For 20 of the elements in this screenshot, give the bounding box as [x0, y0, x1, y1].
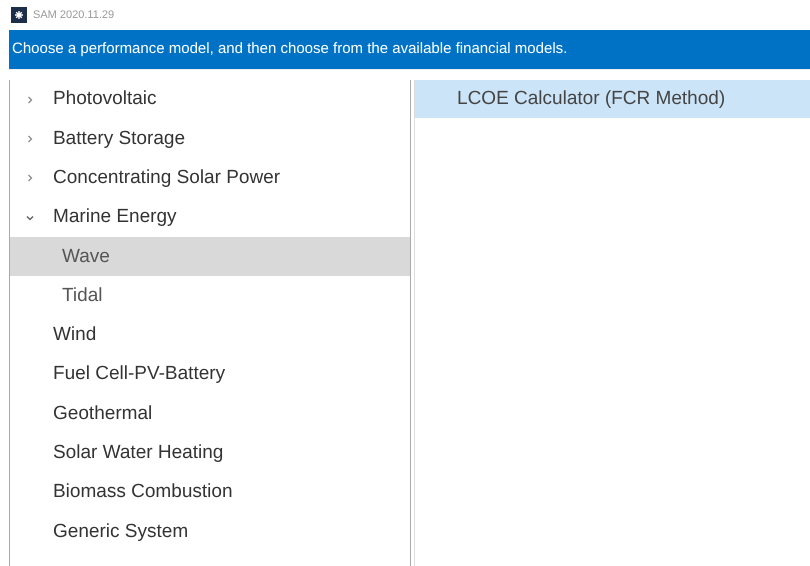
tree-item[interactable]: Fuel Cell-PV-Battery — [10, 355, 410, 394]
tree-item[interactable]: Photovoltaic — [10, 80, 410, 120]
chevron-right-icon[interactable] — [26, 174, 34, 182]
chevron-right-icon[interactable] — [26, 134, 34, 143]
tree-item[interactable]: Marine Energy — [10, 198, 410, 238]
tree-item[interactable]: Generic System — [10, 512, 410, 552]
list-item[interactable]: LCOE Calculator (FCR Method) — [415, 80, 810, 118]
app-logo-icon — [11, 7, 27, 23]
tree-item[interactable]: Wind — [10, 316, 410, 356]
chevron-right-icon[interactable] — [26, 96, 34, 104]
instruction-banner: Choose a performance model, and then choose from the available financial models. — [9, 30, 810, 69]
tree-item[interactable]: Tidal — [10, 276, 410, 316]
window-title: SAM 2020.11.29 — [33, 8, 114, 23]
tree-item[interactable]: Wave — [10, 237, 410, 276]
tree-item[interactable]: Geothermal — [10, 394, 410, 434]
chevron-down-icon[interactable] — [26, 214, 34, 222]
tree-item[interactable]: Concentrating Solar Power — [10, 158, 410, 198]
tree-item[interactable]: Biomass Combustion — [10, 472, 410, 512]
tree-item[interactable]: Solar Water Heating — [10, 434, 410, 473]
tree-item[interactable]: Battery Storage — [10, 119, 410, 159]
